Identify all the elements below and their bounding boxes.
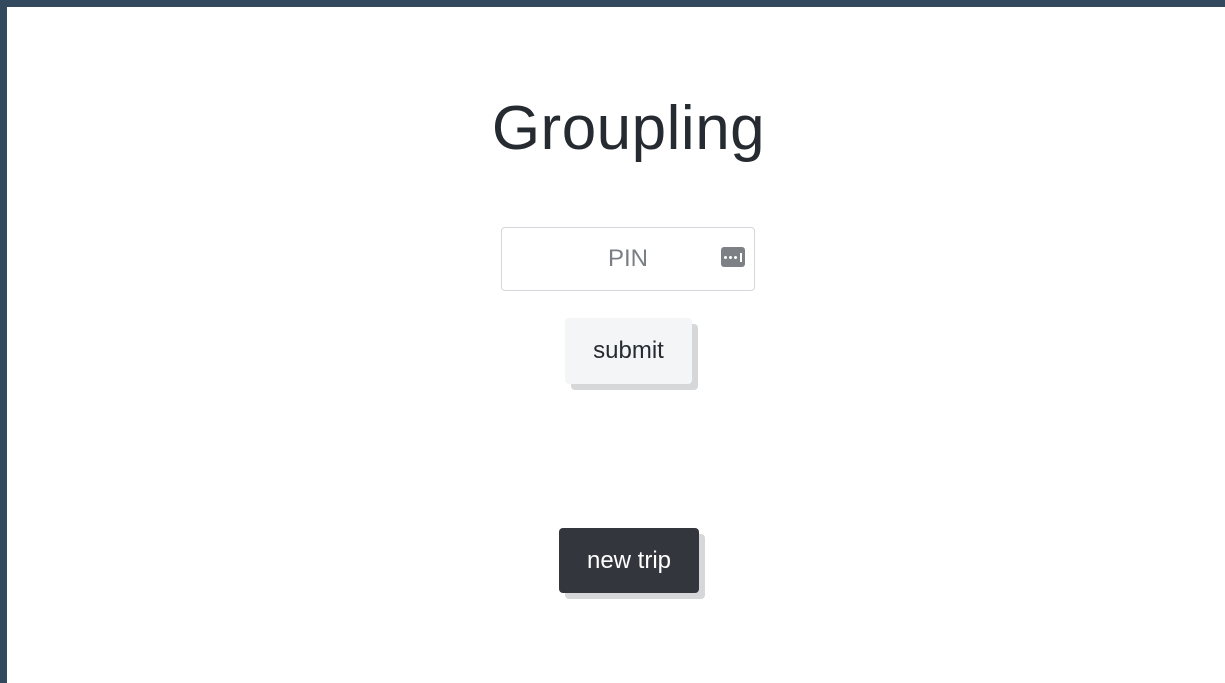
key-bar <box>740 252 742 262</box>
pin-input[interactable] <box>502 228 754 290</box>
pin-field-wrapper[interactable] <box>501 227 755 291</box>
page-frame: Groupling submit new trip <box>7 7 1225 683</box>
submit-button[interactable]: submit <box>565 318 692 384</box>
key-dot <box>734 255 737 259</box>
key-dot <box>729 255 732 259</box>
app-title: Groupling <box>491 94 766 163</box>
password-key-icon[interactable] <box>721 247 745 267</box>
new-trip-button[interactable]: new trip <box>559 528 699 593</box>
key-dot <box>724 255 727 259</box>
